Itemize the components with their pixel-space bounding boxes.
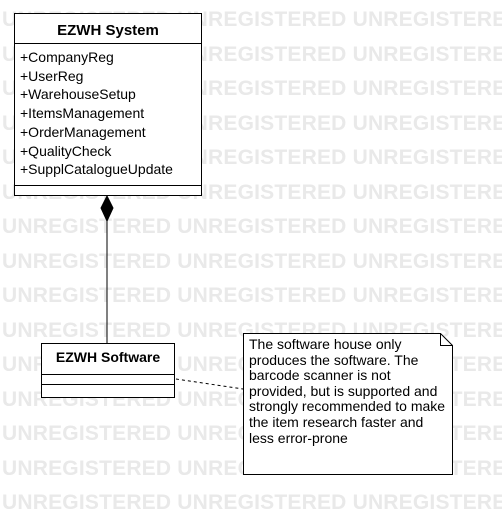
class-divider (15, 43, 201, 44)
class-divider (42, 384, 174, 385)
class-title: EZWH Software (55, 349, 161, 365)
operation-item: +ItemsManagement (20, 105, 145, 122)
class-ezwh-system[interactable]: EZWH System +CompanyReg +UserReg +Wareho… (14, 13, 202, 196)
class-divider (15, 185, 201, 186)
class-title: EZWH System (57, 22, 159, 39)
operation-item: +CompanyReg (20, 49, 114, 65)
note-text: The software house only produces the sof… (249, 336, 446, 446)
class-divider (42, 374, 174, 375)
note-anchor-line (175, 378, 244, 390)
operation-item: +OrderManagement (20, 123, 146, 140)
operation-item: +UserReg (20, 67, 84, 84)
operation-item: +SupplCatalogueUpdate (20, 161, 173, 178)
operation-item: +QualityCheck (20, 142, 112, 159)
operations-list: +CompanyReg +UserReg +WarehouseSetup +It… (17, 48, 173, 179)
composition-diamond-icon (100, 194, 114, 223)
uml-class-diagram: EZWH System +CompanyReg +UserReg +Wareho… (0, 0, 502, 526)
class-ezwh-software[interactable]: EZWH Software (41, 343, 175, 398)
operation-item: +WarehouseSetup (20, 86, 136, 103)
